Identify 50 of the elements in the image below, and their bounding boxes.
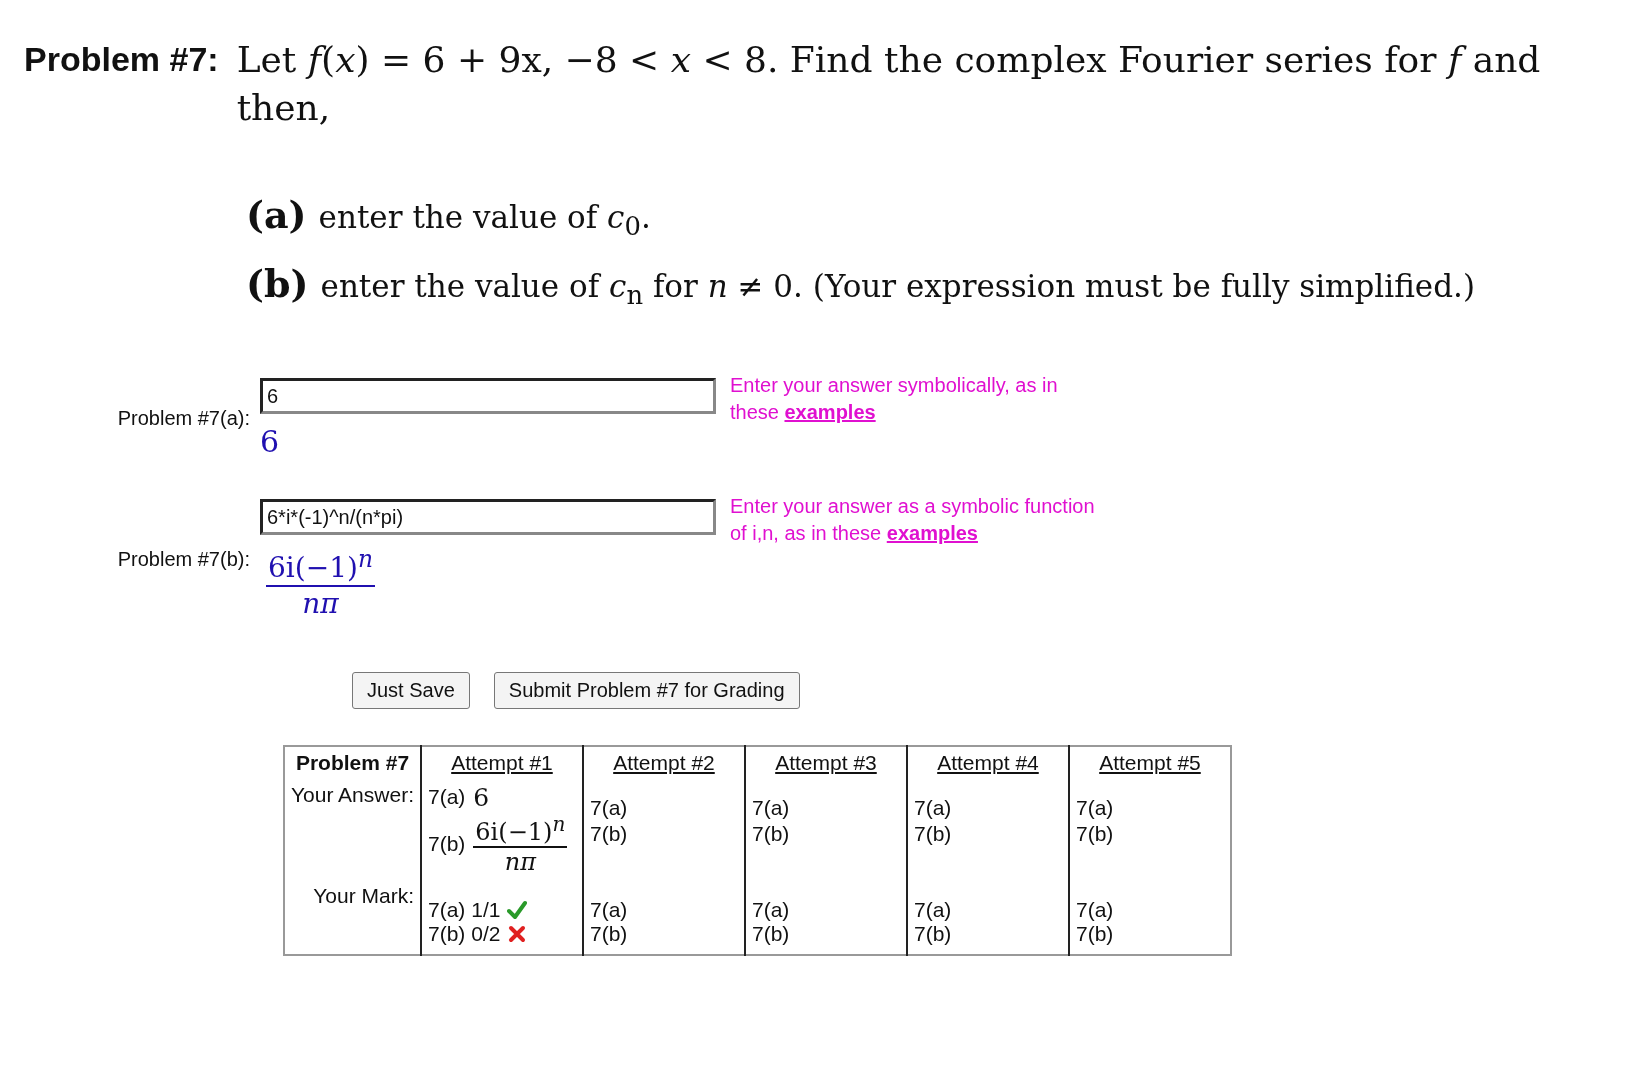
attempt-link[interactable]: Attempt #3	[775, 750, 877, 774]
answer-hint: Enter your answer symbolically, as in these examples	[730, 373, 1059, 426]
input-field[interactable]: 6	[260, 378, 716, 415]
submit-button[interactable]: Submit Problem #7 for Grading	[493, 671, 800, 709]
answer-hint: Enter your answer as a symbolic function of i,n, as in these examples	[730, 494, 1096, 547]
answer-label: Problem #7(a):	[116, 407, 250, 431]
table-heading: Problem #7	[295, 750, 410, 774]
part-tag: 7(b)	[589, 921, 628, 946]
save-button[interactable]: Just Save	[352, 671, 470, 709]
part-tag: 7(a)	[751, 897, 790, 922]
part-label: (a)	[246, 192, 307, 237]
part-tag: 7(a)	[913, 795, 952, 820]
rendered-answer: 6i(−1)$^{n}$ nπ	[266, 545, 375, 620]
problem-statement: Let f(x) = 6 + 9x, −8 < x < 8. Find the complex Fourier series for f and then,	[236, 38, 1542, 130]
score: 1/1	[471, 897, 501, 922]
part-tag: 7(b)	[751, 921, 790, 946]
part-tag: 7(b)	[1075, 821, 1114, 846]
part-tag: 7(b)	[751, 821, 790, 846]
row-label: Your Answer:	[291, 782, 414, 806]
answer-label: Problem #7(b):	[116, 548, 250, 572]
attempt-link[interactable]: Attempt #5	[1099, 750, 1201, 774]
input-field[interactable]: 6*i*(-1)^n/(n*pi)	[260, 499, 716, 536]
part-tag: 7(a)	[427, 785, 466, 810]
score: 0/2	[471, 921, 501, 946]
problem-heading: Problem #7:	[24, 39, 219, 79]
part-instruction: enter the value of c$_{n}$ for n ≠ 0. (Your expression must be fully simplified.)	[320, 268, 1475, 311]
rendered-answer: 6	[260, 424, 280, 460]
part-tag: 7(b)	[427, 921, 466, 946]
attempt-link[interactable]: Attempt #4	[937, 750, 1039, 774]
part-tag: 7(a)	[751, 795, 790, 820]
part-tag: 7(a)	[589, 795, 628, 820]
part-tag: 7(b)	[427, 831, 466, 856]
part-tag: 7(a)	[1075, 795, 1114, 820]
part-tag: 7(a)	[427, 897, 466, 922]
examples-link[interactable]: examples	[886, 522, 978, 545]
attempt-link[interactable]: Attempt #2	[613, 750, 715, 774]
part-tag: 7(a)	[589, 897, 628, 922]
attempt-link[interactable]: Attempt #1	[451, 750, 553, 774]
answer-value: 6	[473, 782, 490, 812]
answer-value: 6i(−1)$^{n}$ nπ	[473, 811, 568, 876]
part-tag: 7(b)	[913, 821, 952, 846]
part-label: (b)	[246, 261, 309, 307]
part-tag: 7(b)	[589, 821, 628, 846]
row-label: Your Mark:	[313, 883, 414, 907]
examples-link[interactable]: examples	[784, 401, 876, 424]
part-tag: 7(b)	[913, 921, 952, 946]
part-tag: 7(a)	[1075, 897, 1114, 922]
part-instruction: enter the value of c$_{0}$.	[318, 199, 651, 242]
part-tag: 7(b)	[1075, 921, 1114, 946]
part-tag: 7(a)	[913, 897, 952, 922]
